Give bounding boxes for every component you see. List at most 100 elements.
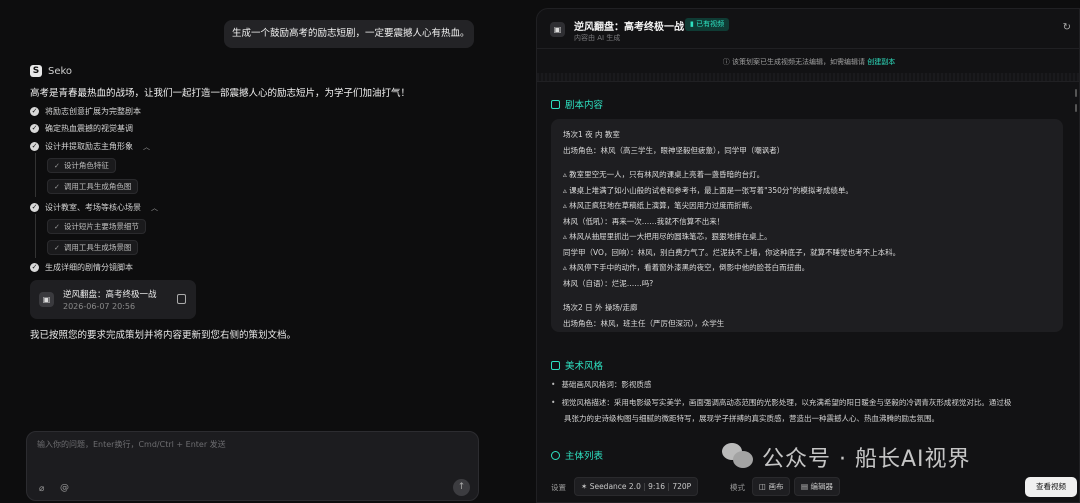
script-spacer	[563, 291, 1051, 300]
info-icon: ⓘ	[722, 58, 730, 66]
section-title-label: 美术风格	[565, 361, 604, 372]
script-line: 林风（低吼）：再来一次……我就不信算不出来！	[563, 216, 725, 226]
panel-header: ▣ 逆风翻盘：高考终极一战 ▮ 已有视频 内容由 AI 生成 ↻	[537, 9, 1079, 49]
check-icon: ✓	[30, 142, 39, 151]
panel-footer: 设置 ✶ Seedance 2.0 | 9:16 | 720P 模式 ◫ 画布 …	[537, 472, 1079, 502]
status-badge-label: 已有视频	[696, 20, 725, 28]
script-line: ▵ 林风正疯狂地在草稿纸上演算，笔尖因用力过度而折断。	[563, 201, 757, 210]
model-icon: ✶	[581, 482, 588, 491]
check-icon: ✓	[54, 243, 60, 252]
substep-label: 设计角色特征	[63, 161, 109, 170]
wechat-logo-icon	[722, 443, 754, 471]
settings-label: 设置	[551, 483, 566, 492]
document-icon: ▣	[550, 22, 565, 37]
step-label: 确定热血震撼的视觉基调	[45, 124, 133, 133]
section-title-style: 美术风格	[551, 358, 603, 372]
message-composer: ⌀ @ ↑	[26, 431, 479, 501]
substep-item: ✓ 设计短片主要场景细节	[47, 219, 146, 234]
message-input[interactable]	[37, 440, 457, 449]
document-card-date: 2026-06-07 20:56	[63, 302, 136, 311]
view-video-button[interactable]: 查看视频	[1025, 477, 1077, 497]
check-icon: ✓	[30, 203, 39, 212]
step-item-expandable[interactable]: ✓ 设计并提取励志主角形象 ︿	[30, 141, 150, 152]
canvas-icon: ◫	[759, 482, 767, 491]
chevron-up-icon[interactable]: ︿	[151, 203, 158, 213]
check-icon: ✓	[54, 222, 60, 231]
script-line: 场次2 日 外 操场/走廊	[563, 303, 638, 312]
script-line: 林风（自语）：烂泥……吗?	[563, 278, 654, 288]
script-spacer	[563, 158, 1051, 167]
document-panel: ▣ 逆风翻盘：高考终极一战 ▮ 已有视频 内容由 AI 生成 ↻ ⓘ 该策划案已…	[536, 8, 1080, 503]
user-icon	[551, 450, 560, 460]
check-icon: ✓	[30, 263, 39, 272]
check-icon: ✓	[30, 124, 39, 133]
chevron-up-icon[interactable]: ︿	[143, 142, 150, 152]
substep-label: 调用工具生成角色图	[63, 182, 132, 191]
style-bullet: 基础画风风格词：影视质感	[551, 379, 651, 390]
substep-connector	[35, 153, 36, 197]
ratio-label: 9:16	[648, 482, 665, 491]
editor-icon: ▤	[801, 482, 809, 491]
step-label: 设计并提取励志主角形象	[45, 142, 133, 151]
chat-column: 生成一个鼓励高考的励志短剧，一定要震撼人心有热血。 S Seko 高考是青春最热…	[0, 0, 505, 503]
palette-icon	[551, 360, 560, 370]
script-line: 同学甲（VO，回响）：林风，别白费力气了。烂泥扶不上墙，你这种底子，就算不睡觉也…	[563, 247, 901, 257]
substep-label: 设计短片主要场景细节	[63, 222, 139, 231]
substep-item: ✓ 调用工具生成场景图	[47, 240, 139, 255]
section-title-subjects: 主体列表	[551, 448, 603, 462]
mode-canvas-button[interactable]: ◫ 画布	[752, 477, 791, 496]
script-line: ▵ 教室里空无一人，只有林风的课桌上亮着一盏昏暗的台灯。	[563, 170, 765, 179]
bot-intro: 高考是青春最热血的战场，让我们一起打造一部震撼人心的励志短片，为学子们加油打气！	[30, 88, 411, 99]
step-item-expandable[interactable]: ✓ 设计教室、考场等核心场景 ︿	[30, 202, 158, 213]
script-line: 出场角色：林风（高三学生，眼神坚毅但疲惫），同学甲（嘲讽者）	[563, 145, 785, 155]
at-icon[interactable]: @	[60, 483, 69, 493]
substep-item: ✓ 调用工具生成角色图	[47, 179, 139, 194]
copy-icon[interactable]	[177, 294, 186, 304]
document-card-title: 逆风翻盘：高考终极一战	[63, 290, 157, 300]
mode-canvas-label: 画布	[768, 482, 784, 491]
step-label: 将励志创意扩展为完整剧本	[45, 107, 141, 116]
refresh-icon[interactable]: ↻	[1063, 22, 1071, 33]
script-content-box: 场次1 夜 内 教室出场角色：林风（高三学生，眼神坚毅但疲惫），同学甲（嘲讽者）…	[551, 119, 1063, 332]
style-bullet: 视觉风格描述：采用电影级写实美学，画面强调高动态范围的光影处理，以充满希望的阳日…	[551, 397, 1011, 408]
user-message: 生成一个鼓励高考的励志短剧，一定要震撼人心有热血。	[224, 20, 474, 48]
send-button[interactable]: ↑	[453, 479, 470, 496]
document-card[interactable]: ▣ 逆风翻盘：高考终极一战 2026-06-07 20:56	[30, 280, 196, 319]
status-badge: ▮ 已有视频	[685, 18, 730, 31]
paperclip-icon[interactable]: ⌀	[39, 484, 44, 494]
script-line: ▵ 林风从抽屉里抓出一大把用尽的圆珠笔芯，狠狠地摔在桌上。	[563, 232, 772, 241]
step-label: 设计教室、考场等核心场景	[45, 203, 141, 212]
mode-editor-button[interactable]: ▤ 编辑器	[794, 477, 840, 496]
check-icon: ✓	[54, 161, 60, 170]
seko-logo-icon: S	[30, 65, 42, 77]
bot-header: S Seko	[30, 64, 72, 78]
check-icon: ✓	[30, 107, 39, 116]
readonly-notice: ⓘ 该策划案已生成视频无法编辑，如需编辑请 创建副本	[537, 53, 1079, 71]
check-icon: ✓	[54, 182, 60, 191]
scroll-indicator[interactable]	[1075, 104, 1077, 112]
resolution-label: 720P	[672, 482, 692, 491]
panel-subtitle: 内容由 AI 生成	[574, 34, 621, 42]
step-item: ✓ 将励志创意扩展为完整剧本	[30, 106, 141, 117]
script-line: ▵ 林风停下手中的动作，看着窗外漆黑的夜空，倒影中他的脸苍白而扭曲。	[563, 263, 810, 272]
script-line: 场次1 夜 内 教室	[563, 130, 620, 139]
script-line: 出场角色：林风，班主任（严厉但深沉），众学生	[563, 318, 725, 328]
model-label: Seedance 2.0	[589, 482, 641, 491]
section-title-script: 剧本内容	[551, 97, 603, 111]
substep-label: 调用工具生成场景图	[63, 243, 132, 252]
step-label: 生成详细的剧情分镜脚本	[45, 263, 133, 272]
bot-name: Seko	[48, 65, 73, 77]
bot-completion-message: 我已按照您的要求完成策划并将内容更新到您右侧的策划文档。	[30, 330, 297, 341]
notice-text: 该策划案已生成视频无法编辑，如需编辑请	[732, 58, 865, 66]
watermark-text: 公众号 · 船长AI视界	[762, 447, 971, 472]
substep-connector	[35, 214, 36, 258]
model-selector[interactable]: ✶ Seedance 2.0 | 9:16 | 720P	[574, 477, 699, 496]
script-line: ▵ 课桌上堆满了如小山般的试卷和参考书，最上面是一张写着"350分"的模拟考成绩…	[563, 185, 853, 195]
create-copy-link[interactable]: 创建副本	[867, 58, 895, 66]
scroll-indicator[interactable]	[1075, 89, 1077, 97]
substep-item: ✓ 设计角色特征	[47, 158, 116, 173]
section-title-label: 剧本内容	[565, 100, 604, 111]
style-bullet-continuation: 具张力的史诗级构图与细腻的微距特写，展现学子拼搏的真实质感，营造出一种震撼人心、…	[564, 414, 939, 423]
script-icon	[551, 99, 560, 109]
section-title-label: 主体列表	[565, 451, 604, 462]
